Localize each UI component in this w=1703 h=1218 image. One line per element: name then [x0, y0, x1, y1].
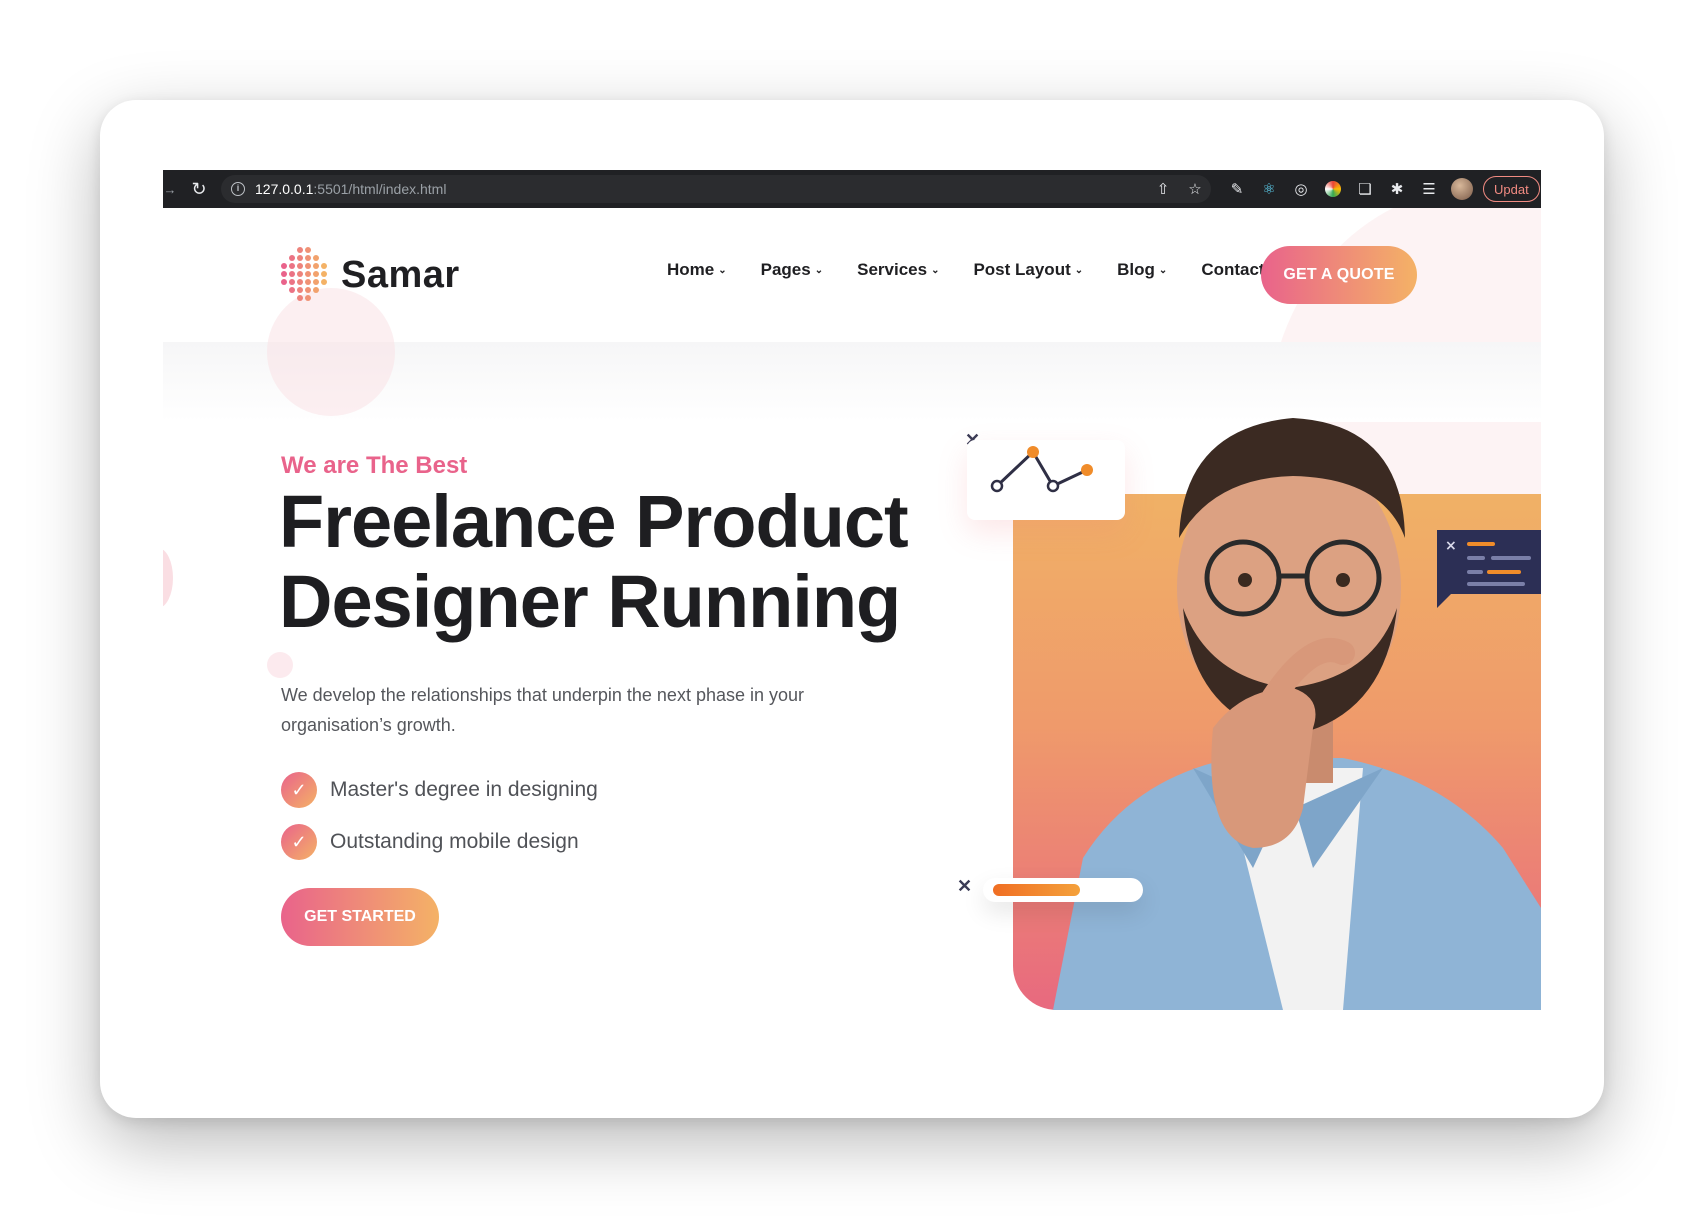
nav-services[interactable]: Services ⌄ — [857, 260, 939, 280]
logo-dots-icon — [281, 246, 333, 304]
chevron-down-icon: ⌄ — [718, 264, 727, 276]
feature-label: Outstanding mobile design — [330, 830, 579, 853]
logo-dot — [289, 255, 295, 261]
hero-description: We develop the relationships that underp… — [281, 685, 805, 735]
site-logo[interactable]: Samar — [281, 246, 460, 304]
line-chart-icon — [990, 446, 1093, 493]
info-icon[interactable]: i — [231, 182, 245, 196]
svg-text:×: × — [1445, 538, 1457, 554]
chart-widget-card — [967, 440, 1125, 520]
browser-toolbar: → ↻ i 127.0.0.1:5501/html/index.html ⇧ ☆… — [163, 170, 1541, 208]
chevron-down-icon: ⌄ — [1158, 264, 1168, 276]
hero-title-line-1: Freelance Product — [279, 480, 909, 563]
logo-dot — [289, 263, 295, 269]
chevron-down-icon: ⌄ — [814, 264, 824, 276]
nav-label: Home — [667, 260, 715, 279]
puzzle-icon[interactable]: ✱ — [1381, 170, 1413, 208]
logo-dot — [313, 263, 319, 269]
address-bar[interactable]: i 127.0.0.1:5501/html/index.html ⇧ ☆ — [221, 175, 1211, 203]
media-queue-icon[interactable]: ☰ — [1413, 170, 1445, 208]
logo-text: Samar — [341, 253, 460, 296]
get-a-quote-button[interactable]: GET A QUOTE — [1261, 246, 1417, 304]
nav-home[interactable]: Home ⌄ — [667, 260, 727, 280]
close-icon[interactable]: ✕ — [957, 876, 972, 897]
logo-dot — [313, 279, 319, 285]
extensions-row: ✎ ⚛ ◎ ❏ ✱ ☰ Updat — [1221, 170, 1540, 208]
message-widget: × — [1431, 530, 1541, 610]
update-button[interactable]: Updat — [1483, 176, 1540, 202]
chevron-down-icon: ⌄ — [1074, 264, 1084, 276]
logo-dot — [313, 271, 319, 277]
logo-dot — [321, 279, 327, 285]
feature-item: ✓ Master's degree in designing — [281, 772, 598, 808]
logo-dot — [305, 279, 311, 285]
logo-dot — [281, 279, 287, 285]
logo-dot — [305, 295, 311, 301]
color-extension-icon[interactable] — [1317, 170, 1349, 208]
check-icon: ✓ — [281, 772, 317, 808]
main-nav: Home ⌄ Pages ⌄ Services ⌄ Post Layout ⌄ Blog… — [667, 260, 1337, 280]
logo-dot — [305, 263, 311, 269]
hero-title-line-2: Designer Running — [279, 560, 901, 643]
nav-pages[interactable]: Pages ⌄ — [761, 260, 823, 280]
browser-window: → ↻ i 127.0.0.1:5501/html/index.html ⇧ ☆… — [163, 170, 1541, 1010]
logo-dot — [313, 287, 319, 293]
url-path: :5501/html/index.html — [313, 181, 447, 197]
logo-dot — [297, 255, 303, 261]
logo-dot — [297, 287, 303, 293]
logo-dot — [297, 263, 303, 269]
window-extension-icon[interactable]: ❏ — [1349, 170, 1381, 208]
url-host: 127.0.0.1 — [255, 181, 314, 197]
decor-circle-edge — [163, 548, 173, 608]
feature-item: ✓ Outstanding mobile design — [281, 824, 579, 860]
logo-dot — [297, 295, 303, 301]
nav-blog[interactable]: Blog ⌄ — [1117, 260, 1167, 280]
logo-dot — [305, 247, 311, 253]
logo-dot — [289, 287, 295, 293]
hero-eyebrow: We are The Best — [281, 452, 468, 479]
nav-post-layout[interactable]: Post Layout ⌄ — [973, 260, 1083, 280]
target-extension-icon[interactable]: ◎ — [1285, 170, 1317, 208]
nav-label: Services — [857, 260, 928, 279]
nav-label: Pages — [760, 260, 811, 279]
get-started-button[interactable]: GET STARTED — [281, 888, 439, 946]
logo-dot — [321, 263, 327, 269]
progress-fill — [993, 884, 1080, 896]
bookmark-star-icon[interactable]: ☆ — [1179, 180, 1211, 198]
logo-dot — [305, 255, 311, 261]
logo-dot — [305, 287, 311, 293]
logo-dot — [305, 271, 311, 277]
feature-label: Master's degree in designing — [330, 778, 598, 801]
decor-circle-dot — [267, 652, 293, 678]
pen-extension-icon[interactable]: ✎ — [1221, 170, 1253, 208]
site-header: Samar Home ⌄ Pages ⌄ Services ⌄ Post Layout… — [163, 208, 1541, 342]
reload-icon[interactable]: ↻ — [177, 170, 221, 208]
hero-title: Freelance Product Designer Running — [279, 482, 979, 642]
web-page: Samar Home ⌄ Pages ⌄ Services ⌄ Post Layout… — [163, 208, 1541, 1010]
logo-dot — [297, 271, 303, 277]
screenshot-card: → ↻ i 127.0.0.1:5501/html/index.html ⇧ ☆… — [100, 100, 1604, 1118]
chat-bubble-icon: × — [1437, 530, 1541, 608]
share-icon[interactable]: ⇧ — [1147, 180, 1179, 198]
logo-dot — [297, 247, 303, 253]
logo-dot — [289, 279, 295, 285]
profile-avatar[interactable] — [1451, 178, 1473, 200]
progress-widget — [983, 878, 1143, 902]
forward-icon[interactable]: → — [163, 170, 177, 208]
nav-label: Blog — [1117, 260, 1155, 279]
logo-dot — [321, 271, 327, 277]
check-icon: ✓ — [281, 824, 317, 860]
chevron-down-icon: ⌄ — [931, 264, 940, 276]
logo-dot — [281, 271, 287, 277]
nav-label: Post Layout — [973, 260, 1071, 279]
react-extension-icon[interactable]: ⚛ — [1253, 170, 1285, 208]
logo-dot — [297, 279, 303, 285]
logo-dot — [289, 271, 295, 277]
logo-dot — [281, 263, 287, 269]
logo-dot — [313, 255, 319, 261]
